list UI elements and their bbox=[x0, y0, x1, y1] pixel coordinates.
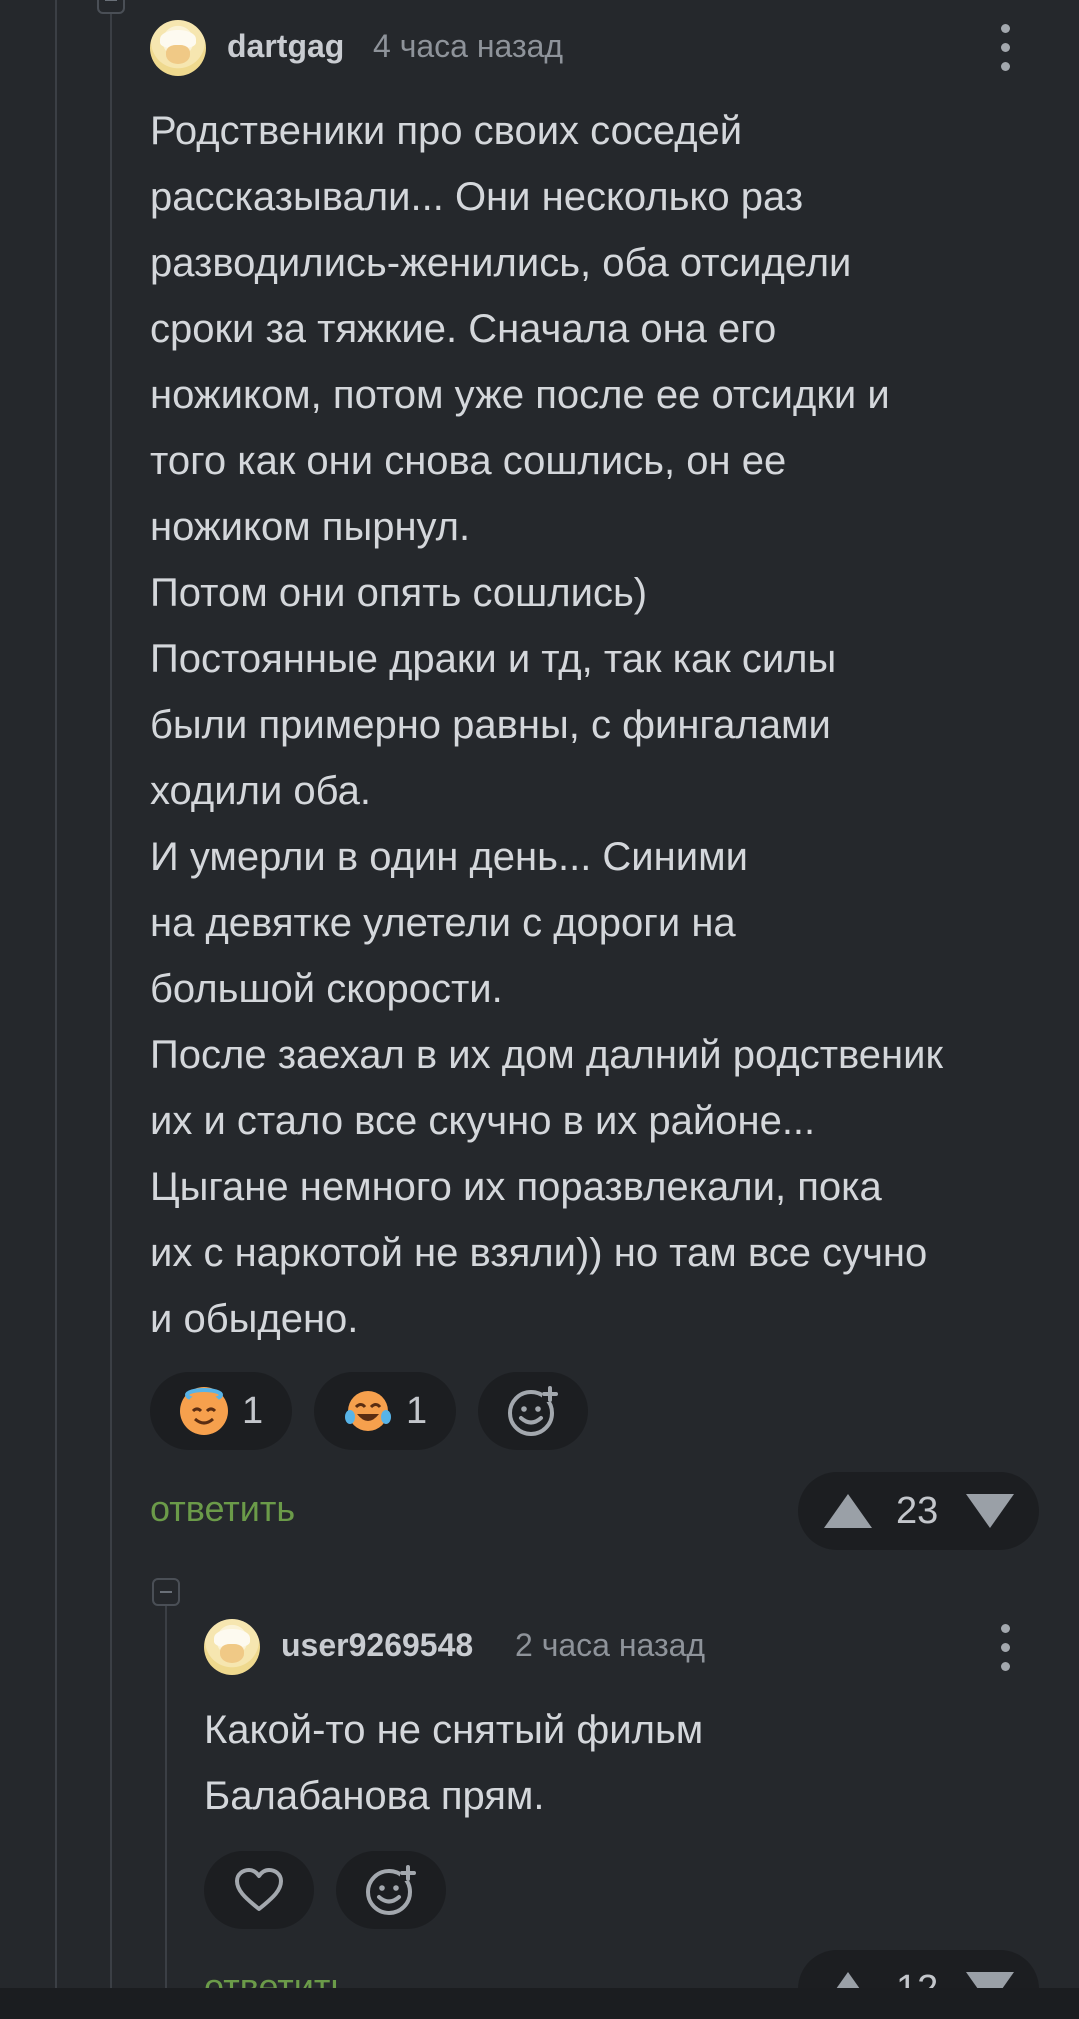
rating-value: 23 bbox=[896, 1490, 939, 1532]
collapse-thread-button[interactable] bbox=[97, 0, 125, 14]
add-reaction-icon bbox=[366, 1865, 416, 1915]
nested-thread-line[interactable] bbox=[165, 1606, 167, 1988]
comment-timestamp: 2 часа назад bbox=[515, 1627, 706, 1663]
reaction-count: 1 bbox=[406, 1389, 428, 1432]
avatar[interactable] bbox=[204, 1619, 260, 1675]
reply-link[interactable]: ответить bbox=[150, 1488, 295, 1530]
more-options-icon[interactable] bbox=[999, 24, 1011, 72]
halo-smile-emoji-icon bbox=[180, 1387, 228, 1435]
bottom-navigation-bar bbox=[0, 1988, 1079, 2019]
more-options-icon[interactable] bbox=[999, 1624, 1011, 1672]
comment-author[interactable]: dartgag bbox=[227, 28, 344, 65]
rating-widget: 23 bbox=[798, 1472, 1039, 1550]
comment-body: Родственики про своих соседей рассказыва… bbox=[150, 109, 943, 1341]
comments-thread: dartgag 4 часа назад Родственики про сво… bbox=[0, 0, 1079, 2019]
heart-icon bbox=[235, 1868, 283, 1911]
avatar[interactable] bbox=[150, 20, 206, 76]
comment-body: Какой-то не снятый фильм Балабанова прям… bbox=[204, 1708, 704, 1818]
reaction-count: 1 bbox=[242, 1389, 264, 1432]
comment-timestamp: 4 часа назад bbox=[373, 28, 564, 64]
downvote-arrow-icon[interactable] bbox=[966, 1494, 1014, 1528]
add-reaction-button[interactable] bbox=[478, 1372, 588, 1450]
comment-author[interactable]: user9269548 bbox=[281, 1627, 473, 1664]
like-button[interactable] bbox=[204, 1851, 314, 1929]
reaction-button[interactable]: 1 bbox=[150, 1372, 292, 1450]
add-reaction-button[interactable] bbox=[336, 1851, 446, 1929]
upvote-arrow-icon[interactable] bbox=[824, 1494, 872, 1528]
thread-line[interactable] bbox=[110, 0, 112, 1988]
tears-of-joy-emoji-icon bbox=[344, 1387, 392, 1435]
outer-thread-line bbox=[55, 0, 57, 1988]
add-reaction-icon bbox=[508, 1386, 558, 1436]
collapse-thread-button[interactable] bbox=[152, 1578, 180, 1606]
reaction-button[interactable]: 1 bbox=[314, 1372, 456, 1450]
